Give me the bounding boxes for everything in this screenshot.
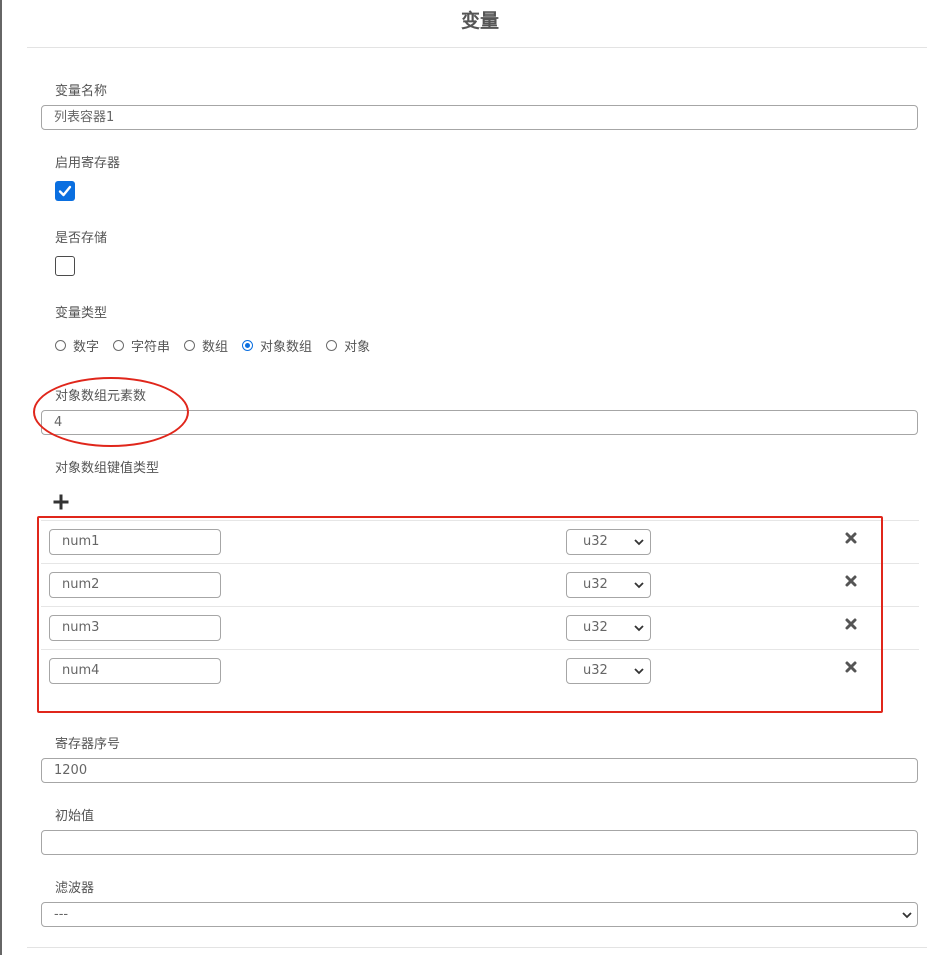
- is-storage-label: 是否存储: [55, 231, 108, 246]
- radio-label: 对象: [344, 339, 371, 355]
- window-left-border: [0, 0, 2, 955]
- radio-label: 字符串: [131, 339, 171, 355]
- radio-option-object[interactable]: 对象: [326, 336, 370, 355]
- initial-value-label: 初始值: [55, 809, 95, 824]
- filter-select-value: ---: [54, 907, 69, 922]
- radio-label: 数字: [73, 339, 100, 355]
- radio-label: 数组: [202, 339, 229, 355]
- enable-register-checkbox[interactable]: [55, 181, 75, 201]
- radio-label: 对象数组: [260, 339, 313, 355]
- filter-label: 滤波器: [55, 881, 95, 896]
- variable-type-label: 变量类型: [55, 306, 108, 321]
- footer-divider: [27, 947, 927, 948]
- radio-option-number[interactable]: 数字: [55, 336, 99, 355]
- initial-value-input[interactable]: [41, 830, 918, 855]
- variable-name-input[interactable]: 列表容器1: [41, 105, 918, 130]
- is-storage-checkbox[interactable]: [55, 256, 75, 276]
- key-value-types-label: 对象数组键值类型: [55, 461, 160, 476]
- radio-button[interactable]: [113, 339, 125, 351]
- filter-select[interactable]: ---: [41, 902, 918, 927]
- register-index-label: 寄存器序号: [55, 737, 121, 752]
- radio-option-object-array[interactable]: 对象数组: [242, 336, 312, 355]
- checkmark-icon: [58, 185, 72, 197]
- radio-button[interactable]: [326, 339, 338, 351]
- variable-name-label: 变量名称: [55, 84, 108, 99]
- header-divider: [27, 47, 927, 48]
- radio-button[interactable]: [55, 339, 66, 351]
- chevron-down-icon: [902, 912, 912, 919]
- annotation-ellipse: [33, 377, 189, 447]
- enable-register-label: 启用寄存器: [55, 156, 121, 171]
- annotation-rectangle: [37, 516, 883, 713]
- radio-button-selected[interactable]: [242, 339, 254, 351]
- page-title: 变量: [460, 10, 499, 32]
- variable-type-radio-group: 数字 字符串 数组 对象数组 对象: [55, 336, 384, 355]
- register-index-input[interactable]: 1200: [41, 758, 918, 783]
- plus-icon[interactable]: [53, 494, 69, 510]
- radio-option-string[interactable]: 字符串: [113, 336, 170, 355]
- radio-option-array[interactable]: 数组: [184, 336, 228, 355]
- radio-button[interactable]: [184, 339, 196, 351]
